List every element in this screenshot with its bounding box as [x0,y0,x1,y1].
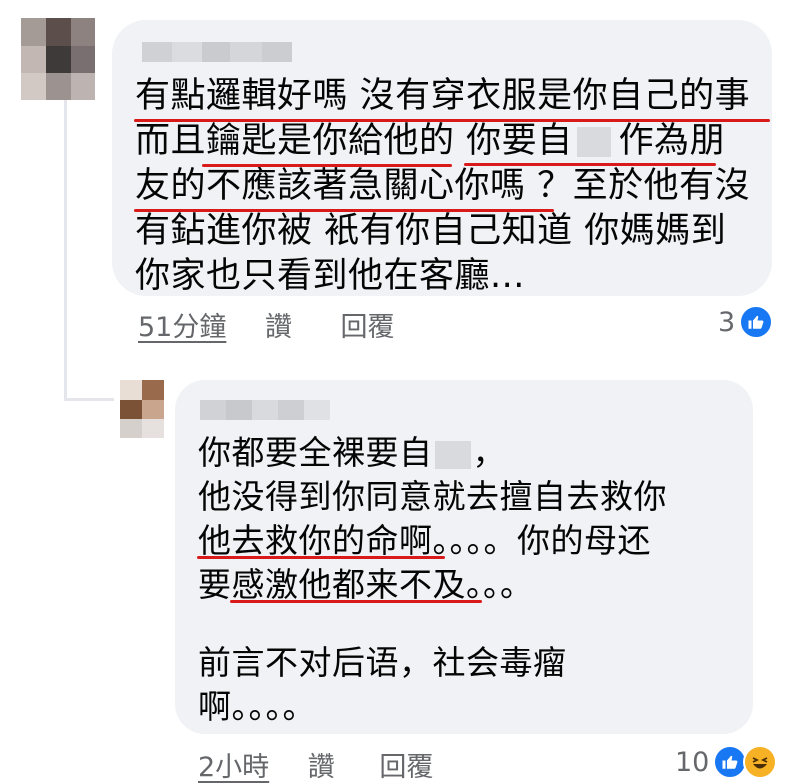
censored-text [434,440,471,469]
haha-icon [743,745,778,779]
like-icon [713,745,748,779]
reply-text-line: 啊。。。。 [198,687,316,726]
comment-text-line: 而且鑰匙是你給他的 你要自 作為朋 [135,121,726,161]
avatar[interactable] [120,380,164,438]
author-name[interactable] [200,400,330,420]
avatar[interactable] [21,18,95,100]
comment-bubble: 有點邏輯好嗎 沒有穿衣服是你自己的事 而且鑰匙是你給他的 你要自 作為朋 友的不應… [112,20,772,296]
author-name[interactable] [142,42,292,62]
thread-curve [64,398,114,401]
reply-bubble: 你都要全裸要自， 他没得到你同意就去擅自去救你 他去救你的命啊。。。。你的母还 … [175,380,753,734]
like-button[interactable]: 讚 [265,312,292,343]
reaction-count: 3 [718,306,736,338]
reaction-summary[interactable]: 10 [675,745,778,779]
reaction-count: 10 [675,746,710,778]
reply-timestamp[interactable]: 2小時 [198,752,269,783]
like-icon [739,305,774,339]
reply-button[interactable]: 回覆 [379,752,433,783]
reply-text-line: 他去救你的命啊。。。。你的母还 [198,521,651,560]
reply-actions: 2小時 讚 回覆 [198,745,433,784]
comment-text-line: 你家也只看到他在客廳... [135,256,525,296]
red-underline [197,556,445,559]
red-underline [202,164,452,167]
like-button[interactable]: 讚 [308,752,335,783]
comment-text-line: 有鉆進你被 衹有你自己知道 你媽媽到 [135,211,727,251]
reply-text-line: 你都要全裸要自， [198,433,506,472]
comment-text-line: 有點邏輯好嗎 沒有穿衣服是你自己的事 [135,76,751,116]
red-underline [230,600,482,603]
comment-text-line: 友的不應該著急關心你嗎 ？至於他有沒 [135,166,751,206]
red-underline [134,119,770,122]
thread-line [64,100,67,400]
reply-button[interactable]: 回覆 [341,312,395,343]
reply-text-line: 他没得到你同意就去擅自去救你 [198,477,667,516]
comment-actions: 51分鐘 讚 回覆 [138,305,395,344]
reaction-summary[interactable]: 3 [718,305,774,339]
censored-text [576,127,611,157]
red-underline [464,163,716,166]
reply-text-line: 要感激他都来不及。。。 [198,565,534,604]
comment-timestamp[interactable]: 51分鐘 [138,312,226,343]
red-underline [134,209,554,212]
reply-text-line: 前言不对后语，社会毒瘤 [198,643,567,682]
